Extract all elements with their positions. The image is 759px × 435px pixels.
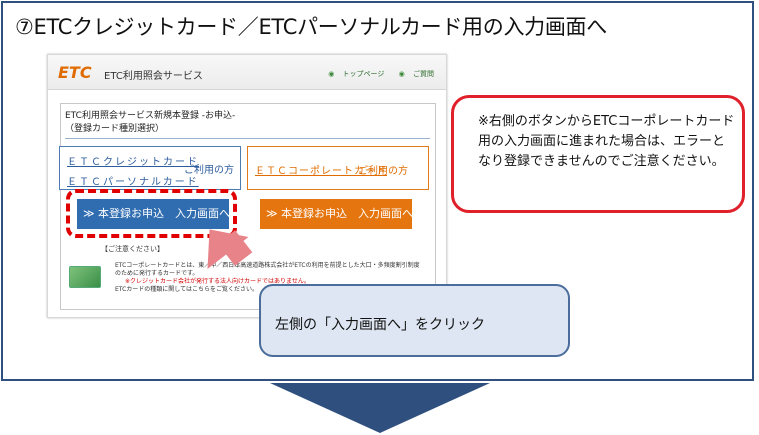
corporate-input-button-label: ≫ 本登録お申込 入力画面へ bbox=[266, 207, 414, 220]
down-arrow-icon bbox=[270, 383, 490, 433]
bullet-icon: ◉ bbox=[398, 70, 405, 78]
notice-line3: ETCカードの種類に関してはこちらをご覧ください。 bbox=[115, 286, 258, 293]
corporate-use-label: ご利用の方 bbox=[358, 166, 408, 177]
etc-logo: ETC bbox=[58, 63, 92, 82]
header-links: ◉ トップページ ◉ ご質問 bbox=[316, 69, 434, 79]
panel-title: ETC利用照会サービス新規本登録 -お申込- （登録カード種別選択） bbox=[65, 110, 235, 136]
site-header: ETC ETC利用照会サービス ◉ トップページ ◉ ご質問 bbox=[48, 55, 446, 90]
corporate-card-option[interactable]: ＥＴＣコーポレートカード ご利用の方 bbox=[247, 146, 429, 190]
bullet-icon: ◉ bbox=[328, 70, 335, 78]
instruction-text: 左側の「入力画面へ」をクリック bbox=[275, 317, 485, 333]
personal-card-link[interactable]: ＥＴＣパーソナルカード bbox=[67, 173, 199, 188]
step-title: ⑦ETCクレジットカード／ETCパーソナルカード用の入力画面へ bbox=[15, 15, 607, 39]
etc-card-icon bbox=[69, 266, 101, 288]
embedded-screenshot: ETC ETC利用照会サービス ◉ トップページ ◉ ご質問 ETC利用照会サー… bbox=[47, 54, 447, 318]
notice-line1: ETCコーポレートカードとは、東／中／西日本高速道路株式会社がETCの利用を前提… bbox=[115, 262, 420, 277]
logo-text: ETC bbox=[58, 63, 92, 82]
top-page-link[interactable]: ◉ トップページ bbox=[322, 70, 384, 78]
divider bbox=[65, 138, 430, 139]
warning-text: ※右側のボタンからETCコーポレートカード用の入力画面に進まれた場合は、エラーと… bbox=[478, 114, 735, 169]
faq-link[interactable]: ◉ ご質問 bbox=[393, 70, 434, 78]
top-page-label: トップページ bbox=[342, 70, 385, 78]
panel-title-line2: （登録カード種別選択） bbox=[65, 124, 165, 134]
panel-title-line1: ETC利用照会サービス新規本登録 -お申込- bbox=[65, 111, 236, 121]
credit-use-label: ご利用の方 bbox=[184, 165, 234, 176]
credit-card-option[interactable]: ＥＴＣクレジットカード ＥＴＣパーソナルカード ご利用の方 bbox=[59, 146, 241, 190]
credit-card-link[interactable]: ＥＴＣクレジットカード bbox=[67, 153, 199, 168]
service-name: ETC利用照会サービス bbox=[104, 71, 203, 82]
notice-title: 【ご注意ください】 bbox=[101, 245, 164, 253]
instruction-callout: 左側の「入力画面へ」をクリック bbox=[259, 284, 570, 357]
faq-label: ご質問 bbox=[413, 70, 434, 78]
corporate-input-button[interactable]: ≫ 本登録お申込 入力画面へ bbox=[260, 199, 414, 229]
warning-callout: ※右側のボタンからETCコーポレートカード用の入力画面に進まれた場合は、エラーと… bbox=[451, 95, 745, 213]
